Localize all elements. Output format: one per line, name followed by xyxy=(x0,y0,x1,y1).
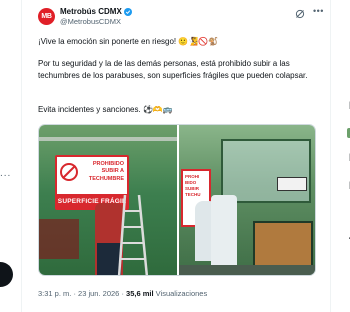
tweet-text-body: Por tu seguridad y la de las demás perso… xyxy=(38,59,308,80)
tweet-date[interactable]: 23 jun. 2026 xyxy=(78,289,119,298)
shelter-bench xyxy=(253,221,313,271)
photo-right[interactable]: PROHI BIDO SUBIR TECHU xyxy=(179,125,315,275)
tweet-media[interactable]: PROHIBIDO SUBIR A TECHUMBRE SUPERFICIE F… xyxy=(38,124,316,276)
tweet-text-closing: Evita incidentes y sanciones. ⚽🫶🚌 xyxy=(38,105,173,114)
views-count: 35,6 mil xyxy=(126,289,154,298)
sign2-line2: BIDO xyxy=(185,180,197,185)
sign-line3: TECHUMBRE xyxy=(88,176,124,182)
meta-separator-2: · xyxy=(121,289,124,298)
bus-shape xyxy=(39,219,79,259)
sign2-line4: TECHU xyxy=(185,192,201,197)
author-name-text: Metrobús CDMX xyxy=(60,7,122,16)
more-options-icon[interactable]: ••• xyxy=(313,6,324,16)
author-name[interactable]: Metrobús CDMX xyxy=(60,7,132,17)
shelter-pillar xyxy=(211,195,237,275)
compose-button[interactable] xyxy=(0,262,13,287)
sign-line2: SUBIR A xyxy=(101,168,124,174)
left-sidebar: ... xyxy=(0,0,22,312)
tweet-metadata: 3:31 p. m. · 23 jun. 2026 · 35,6 mil Vis… xyxy=(38,289,207,299)
right-sidebar: N I I T xyxy=(330,0,350,312)
more-menu-icon[interactable]: ... xyxy=(0,168,11,179)
tweet-text-line1: ¡Vive la emoción sin ponerte en riesgo! … xyxy=(38,37,219,46)
verified-icon xyxy=(123,8,132,16)
photo-left[interactable]: PROHIBIDO SUBIR A TECHUMBRE SUPERFICIE F… xyxy=(39,125,177,275)
tweet[interactable]: MB Metrobús CDMX @MetrobusCDMX ••• ¡Vive… xyxy=(22,0,330,312)
meta-separator: · xyxy=(73,289,76,298)
platform-floor xyxy=(179,265,315,275)
tweet-time[interactable]: 3:31 p. m. xyxy=(38,289,71,298)
grok-icon[interactable] xyxy=(295,9,305,19)
sign2-line3: SUBIR xyxy=(185,186,200,191)
sign2-line1: PROHI xyxy=(185,174,200,179)
ladder-graphic xyxy=(117,195,149,275)
sign-line1: PROHIBIDO xyxy=(92,161,124,167)
small-info-sign xyxy=(277,177,307,191)
views-label: Visualizaciones xyxy=(155,289,208,298)
bus-stop-glass xyxy=(221,139,311,203)
author-handle[interactable]: @MetrobusCDMX xyxy=(60,17,121,27)
bus-stop-roof xyxy=(39,137,177,141)
avatar-logo-text: MB xyxy=(41,13,52,20)
avatar[interactable]: MB xyxy=(38,8,55,25)
